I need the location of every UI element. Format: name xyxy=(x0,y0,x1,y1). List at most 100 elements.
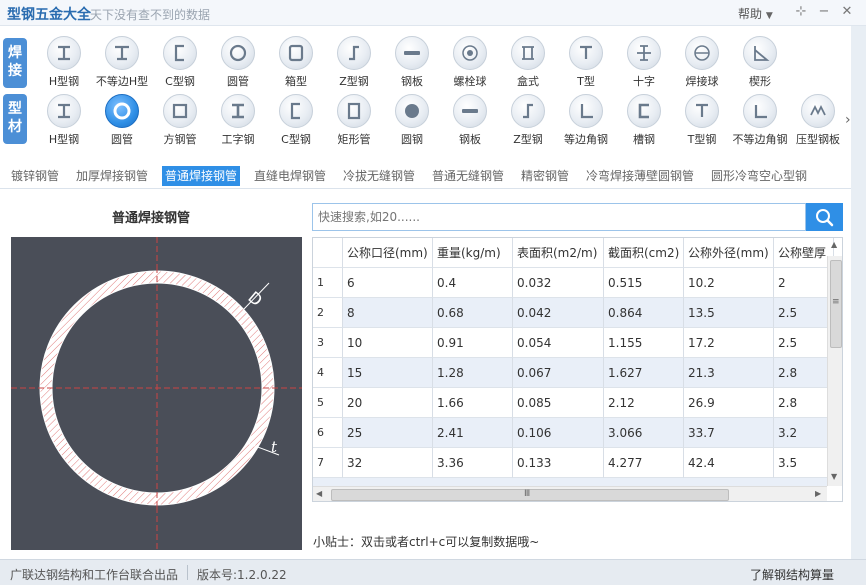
profile-item-1[interactable]: 圆管 xyxy=(92,94,152,147)
table-cell[interactable]: 2.5 xyxy=(774,298,834,328)
table-cell[interactable]: 21.3 xyxy=(684,358,774,388)
table-cell[interactable]: 1.155 xyxy=(604,328,684,358)
table-cell[interactable]: 0.067 xyxy=(513,358,604,388)
vertical-scrollbar[interactable]: ▲ ≡ ▼ xyxy=(827,240,842,486)
table-cell[interactable]: 1.28 xyxy=(433,358,513,388)
horizontal-scroll-thumb[interactable]: Ⅲ xyxy=(331,489,729,501)
table-cell[interactable]: 32 xyxy=(343,448,433,478)
welding-item-0[interactable]: H型钢 xyxy=(34,36,94,89)
data-table[interactable]: 公称口径(mm) 重量(kg/m) 表面积(m2/m) 截面积(cm2) 公称外径(mm… xyxy=(312,237,843,502)
scroll-right-icon[interactable]: ▶ xyxy=(815,489,821,498)
table-cell[interactable]: 0.054 xyxy=(513,328,604,358)
table-cell[interactable]: 15 xyxy=(343,358,433,388)
profile-item-4[interactable]: C型钢 xyxy=(266,94,326,147)
profile-item-8[interactable]: Z型钢 xyxy=(498,94,558,147)
subtab-2[interactable]: 普通焊接钢管 xyxy=(162,166,241,186)
table-cell[interactable]: 26.9 xyxy=(684,388,774,418)
welding-item-12[interactable]: 楔形 xyxy=(730,36,790,89)
column-header[interactable]: 截面积(cm2) xyxy=(604,238,684,268)
table-cell[interactable]: 3.2 xyxy=(774,418,834,448)
table-cell[interactable]: 1.66 xyxy=(433,388,513,418)
welding-item-5[interactable]: Z型钢 xyxy=(324,36,384,89)
table-cell[interactable]: 3.36 xyxy=(433,448,513,478)
minimize-button[interactable]: − xyxy=(815,3,833,21)
table-cell[interactable]: 6 xyxy=(343,268,433,298)
subtab-4[interactable]: 冷拔无缝钢管 xyxy=(340,166,418,186)
profile-item-7[interactable]: 钢板 xyxy=(440,94,500,147)
row-number[interactable]: 2 xyxy=(313,298,343,328)
search-input[interactable] xyxy=(312,203,806,231)
profile-item-5[interactable]: 矩形管 xyxy=(324,94,384,147)
table-cell[interactable]: 3.5 xyxy=(774,448,834,478)
table-cell[interactable]: 0.91 xyxy=(433,328,513,358)
table-cell[interactable]: 0.032 xyxy=(513,268,604,298)
help-menu[interactable]: 帮助 ▼ xyxy=(738,5,773,22)
pin-icon[interactable]: ⊹ xyxy=(792,3,810,21)
horizontal-scrollbar[interactable]: ◀ Ⅲ ▶ xyxy=(313,486,827,501)
welding-item-7[interactable]: 螺栓球 xyxy=(440,36,500,89)
scroll-left-icon[interactable]: ◀ xyxy=(316,489,322,498)
column-header[interactable]: 重量(kg/m) xyxy=(433,238,513,268)
learn-more-link[interactable]: 了解钢结构算量 xyxy=(750,566,834,583)
table-cell[interactable]: 17.2 xyxy=(684,328,774,358)
table-cell[interactable]: 10.2 xyxy=(684,268,774,298)
column-header[interactable]: 表面积(m2/m) xyxy=(513,238,604,268)
welding-item-6[interactable]: 钢板 xyxy=(382,36,442,89)
row-number[interactable]: 4 xyxy=(313,358,343,388)
table-cell[interactable]: 2.8 xyxy=(774,358,834,388)
table-cell[interactable]: 25 xyxy=(343,418,433,448)
welding-item-8[interactable]: 盒式 xyxy=(498,36,558,89)
table-cell[interactable]: 2.41 xyxy=(433,418,513,448)
column-header[interactable]: 公称壁厚 xyxy=(774,238,834,268)
close-button[interactable]: ✕ xyxy=(838,3,856,21)
table-cell[interactable]: 2.8 xyxy=(774,388,834,418)
table-cell[interactable]: 8 xyxy=(343,298,433,328)
subtab-3[interactable]: 直缝电焊钢管 xyxy=(251,166,329,186)
profile-item-11[interactable]: T型钢 xyxy=(672,94,732,147)
table-cell[interactable]: 4.277 xyxy=(604,448,684,478)
search-button[interactable] xyxy=(806,203,843,231)
row-number[interactable]: 3 xyxy=(313,328,343,358)
table-cell[interactable]: 0.864 xyxy=(604,298,684,328)
welding-item-9[interactable]: T型 xyxy=(556,36,616,89)
welding-item-4[interactable]: 箱型 xyxy=(266,36,326,89)
welding-item-2[interactable]: C型钢 xyxy=(150,36,210,89)
subtab-7[interactable]: 冷弯焊接薄壁圆钢管 xyxy=(583,166,697,186)
row-number[interactable]: 6 xyxy=(313,418,343,448)
vertical-scroll-thumb[interactable]: ≡ xyxy=(830,260,842,348)
table-cell[interactable]: 2.12 xyxy=(604,388,684,418)
table-cell[interactable]: 10 xyxy=(343,328,433,358)
welding-item-11[interactable]: 焊接球 xyxy=(672,36,732,89)
table-cell[interactable]: 33.7 xyxy=(684,418,774,448)
welding-item-1[interactable]: 不等边H型 xyxy=(92,36,152,89)
profile-item-12[interactable]: 不等边角钢 xyxy=(730,94,790,147)
table-cell[interactable]: 3.066 xyxy=(604,418,684,448)
table-cell[interactable]: 13.5 xyxy=(684,298,774,328)
row-number[interactable]: 7 xyxy=(313,448,343,478)
profile-item-6[interactable]: 圆钢 xyxy=(382,94,442,147)
subtab-8[interactable]: 圆形冷弯空心型钢 xyxy=(708,166,810,186)
subtab-6[interactable]: 精密钢管 xyxy=(518,166,572,186)
table-cell[interactable]: 1.627 xyxy=(604,358,684,388)
subtab-1[interactable]: 加厚焊接钢管 xyxy=(73,166,151,186)
row-number[interactable]: 1 xyxy=(313,268,343,298)
profile-item-0[interactable]: H型钢 xyxy=(34,94,94,147)
profile-item-13[interactable]: 压型钢板 xyxy=(788,94,848,147)
table-cell[interactable]: 42.4 xyxy=(684,448,774,478)
subtab-0[interactable]: 镀锌钢管 xyxy=(8,166,62,186)
table-cell[interactable]: 0.106 xyxy=(513,418,604,448)
scroll-up-icon[interactable]: ▲ xyxy=(831,240,837,249)
profile-item-10[interactable]: 槽钢 xyxy=(614,94,674,147)
table-cell[interactable]: 2 xyxy=(774,268,834,298)
profile-item-9[interactable]: 等边角钢 xyxy=(556,94,616,147)
table-cell[interactable]: 0.68 xyxy=(433,298,513,328)
table-cell[interactable]: 0.515 xyxy=(604,268,684,298)
scroll-down-icon[interactable]: ▼ xyxy=(831,472,837,481)
profile-item-3[interactable]: 工字钢 xyxy=(208,94,268,147)
column-header[interactable]: 公称外径(mm) xyxy=(684,238,774,268)
table-cell[interactable]: 0.4 xyxy=(433,268,513,298)
table-cell[interactable]: 2.5 xyxy=(774,328,834,358)
column-header[interactable]: 公称口径(mm) xyxy=(343,238,433,268)
row-number[interactable]: 5 xyxy=(313,388,343,418)
welding-item-10[interactable]: 十字 xyxy=(614,36,674,89)
